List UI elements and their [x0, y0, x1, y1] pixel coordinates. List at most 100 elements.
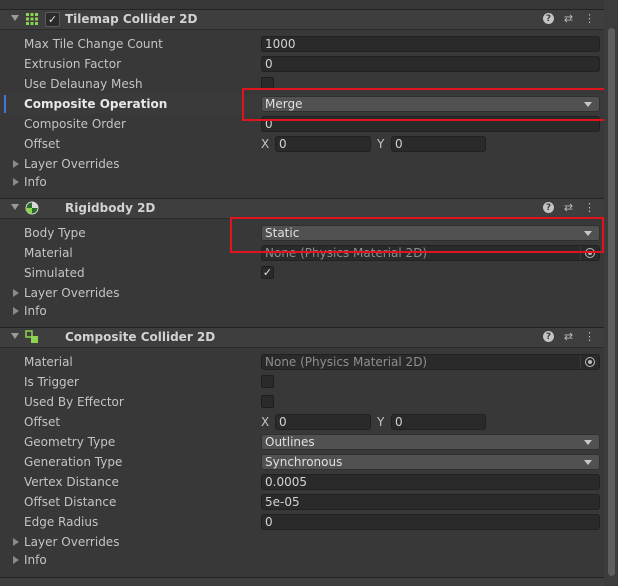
generation-type-dropdown[interactable]: Synchronous: [261, 454, 600, 470]
dropdown-value: Outlines: [265, 435, 315, 449]
composite-operation-row: Composite Operation Merge: [0, 94, 604, 114]
dropdown-arrow-icon: [584, 102, 592, 107]
use-delaunay-mesh-checkbox[interactable]: [261, 77, 274, 90]
used-by-effector-row: Used By Effector: [0, 392, 604, 412]
tilemap-collider-icon: [26, 13, 38, 25]
max-tile-change-count-field[interactable]: 1000: [261, 36, 600, 52]
presets-icon[interactable]: ⇄: [562, 201, 575, 214]
offset-distance-field[interactable]: 5e-05: [261, 494, 600, 510]
info-foldout[interactable]: Info: [0, 301, 604, 321]
foldout-arrow-icon[interactable]: [11, 15, 19, 21]
vertical-scrollbar[interactable]: [604, 0, 618, 585]
object-field-value: None (Physics Material 2D): [265, 355, 428, 369]
dropdown-value: Merge: [265, 97, 303, 111]
foldout-label: Layer Overrides: [24, 157, 120, 171]
field-label: Composite Order: [24, 117, 126, 131]
object-picker-icon[interactable]: [580, 355, 599, 369]
field-label: Material: [24, 355, 73, 369]
field-label: Generation Type: [24, 455, 123, 469]
field-label: Vertex Distance: [24, 475, 119, 489]
foldout-label: Info: [24, 175, 47, 189]
field-label: Material: [24, 246, 73, 260]
x-label: X: [261, 137, 270, 151]
field-label: Geometry Type: [24, 435, 116, 449]
field-label: Simulated: [24, 266, 85, 280]
offset-y-field[interactable]: 0: [391, 136, 486, 152]
is-trigger-checkbox[interactable]: [261, 375, 274, 388]
selection-indicator: [4, 95, 6, 113]
object-field-value: None (Physics Material 2D): [265, 246, 428, 260]
body-type-row: Body Type Static: [0, 223, 604, 243]
is-trigger-row: Is Trigger: [0, 372, 604, 392]
field-label: Offset: [24, 137, 61, 151]
extrusion-factor-field[interactable]: 0: [261, 56, 600, 72]
foldout-label: Info: [24, 553, 47, 567]
composite-order-field[interactable]: 0: [261, 116, 600, 132]
layer-overrides-foldout[interactable]: Layer Overrides: [0, 154, 604, 174]
rigidbody-header[interactable]: Rigidbody 2D ? ⇄ ⋮: [0, 198, 604, 219]
composite-operation-dropdown[interactable]: Merge: [261, 96, 600, 112]
foldout-arrow-icon[interactable]: [11, 204, 19, 210]
simulated-row: Simulated ✓: [0, 263, 604, 283]
dropdown-arrow-icon: [584, 440, 592, 445]
field-label: Is Trigger: [24, 375, 79, 389]
tilemap-collider-header[interactable]: ✓ Tilemap Collider 2D ? ⇄ ⋮: [0, 9, 604, 30]
foldout-arrow-icon[interactable]: [11, 333, 19, 339]
offset-x-field[interactable]: 0: [275, 136, 371, 152]
material-row: Material None (Physics Material 2D): [0, 352, 604, 372]
vertex-distance-field[interactable]: 0.0005: [261, 474, 600, 490]
presets-icon[interactable]: ⇄: [562, 12, 575, 25]
dropdown-arrow-icon: [584, 460, 592, 465]
presets-icon[interactable]: ⇄: [562, 330, 575, 343]
context-menu-icon[interactable]: ⋮: [583, 330, 596, 343]
component-title: Rigidbody 2D: [65, 201, 156, 215]
extrusion-factor-row: Extrusion Factor 0: [0, 54, 604, 74]
offset-x-field[interactable]: 0: [275, 414, 371, 430]
help-icon[interactable]: ?: [543, 331, 554, 342]
object-picker-icon[interactable]: [580, 246, 599, 260]
use-delaunay-mesh-row: Use Delaunay Mesh: [0, 74, 604, 94]
foldout-arrow-icon[interactable]: [13, 556, 19, 564]
dropdown-value: Synchronous: [265, 455, 343, 469]
generation-type-row: Generation Type Synchronous: [0, 452, 604, 472]
layer-overrides-foldout[interactable]: Layer Overrides: [0, 532, 604, 552]
offset-distance-row: Offset Distance 5e-05: [0, 492, 604, 512]
offset-y-field[interactable]: 0: [391, 414, 486, 430]
foldout-label: Layer Overrides: [24, 286, 120, 300]
simulated-checkbox[interactable]: ✓: [261, 266, 274, 279]
foldout-label: Layer Overrides: [24, 535, 120, 549]
context-menu-icon[interactable]: ⋮: [583, 12, 596, 25]
component-title: Composite Collider 2D: [65, 330, 216, 344]
enabled-checkbox[interactable]: ✓: [45, 12, 60, 27]
field-label: Offset: [24, 415, 61, 429]
edge-radius-field[interactable]: 0: [261, 514, 600, 530]
material-object-field[interactable]: None (Physics Material 2D): [261, 245, 600, 261]
help-icon[interactable]: ?: [543, 13, 554, 24]
field-label: Composite Operation: [24, 97, 168, 111]
layer-overrides-foldout[interactable]: Layer Overrides: [0, 283, 604, 303]
foldout-arrow-icon[interactable]: [13, 307, 19, 315]
context-menu-icon[interactable]: ⋮: [583, 201, 596, 214]
field-label: Used By Effector: [24, 395, 124, 409]
foldout-arrow-icon[interactable]: [13, 160, 19, 168]
rigidbody-icon: [25, 201, 39, 215]
foldout-label: Info: [24, 304, 47, 318]
y-label: Y: [377, 415, 385, 429]
help-icon[interactable]: ?: [543, 202, 554, 213]
used-by-effector-checkbox[interactable]: [261, 395, 274, 408]
field-label: Body Type: [24, 226, 86, 240]
foldout-arrow-icon[interactable]: [13, 289, 19, 297]
geometry-type-row: Geometry Type Outlines: [0, 432, 604, 452]
material-object-field[interactable]: None (Physics Material 2D): [261, 354, 600, 370]
vertex-distance-row: Vertex Distance 0.0005: [0, 472, 604, 492]
geometry-type-dropdown[interactable]: Outlines: [261, 434, 600, 450]
composite-collider-header[interactable]: Composite Collider 2D ? ⇄ ⋮: [0, 327, 604, 348]
scrollbar-thumb[interactable]: [608, 28, 615, 576]
field-label: Offset Distance: [24, 495, 117, 509]
body-type-dropdown[interactable]: Static: [261, 225, 600, 241]
composite-order-row: Composite Order 0: [0, 114, 604, 134]
info-foldout[interactable]: Info: [0, 172, 604, 192]
info-foldout[interactable]: Info: [0, 550, 604, 570]
foldout-arrow-icon[interactable]: [13, 538, 19, 546]
foldout-arrow-icon[interactable]: [13, 178, 19, 186]
